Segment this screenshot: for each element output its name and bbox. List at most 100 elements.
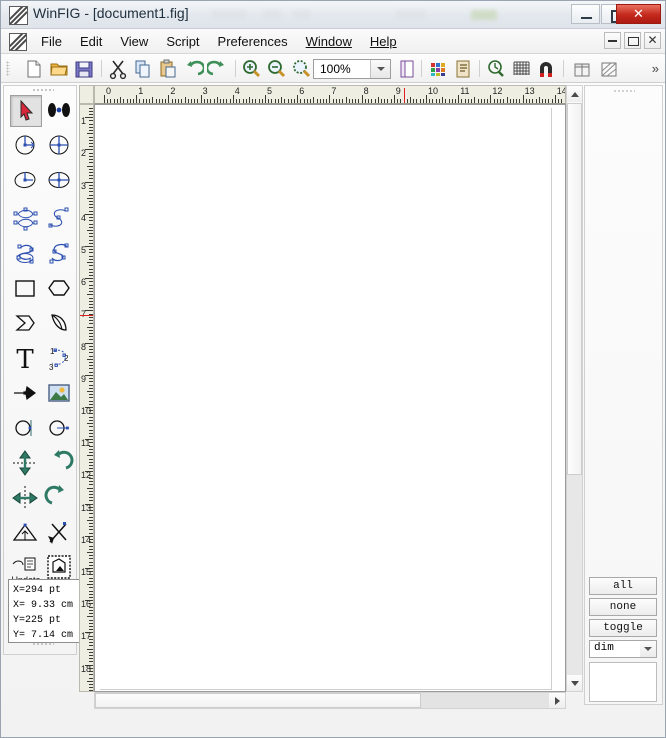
ruler-tick	[89, 287, 93, 289]
ruler-tick	[535, 99, 537, 103]
ruler-tick	[89, 564, 93, 566]
hatch-button[interactable]	[598, 58, 620, 80]
flip-vertical-tool[interactable]	[10, 448, 42, 480]
cut-object-tool[interactable]	[44, 518, 76, 550]
horizontal-scrollbar[interactable]	[94, 692, 566, 709]
zoom-out-button[interactable]	[266, 58, 288, 80]
save-file-button[interactable]	[73, 58, 95, 80]
point-edit-tool[interactable]	[44, 95, 76, 127]
open-file-button[interactable]	[48, 58, 70, 80]
rectangle-tool[interactable]	[10, 273, 42, 305]
ruler-tick	[89, 429, 93, 431]
document-page[interactable]	[99, 107, 551, 689]
snap-magnet-button[interactable]	[535, 58, 557, 80]
minimize-button[interactable]	[571, 4, 600, 24]
ruler-tick	[89, 626, 93, 627]
maximize-document-icon	[628, 37, 639, 46]
align-tool[interactable]	[10, 518, 42, 550]
scroll-up-button[interactable]	[567, 86, 582, 102]
close-document-button[interactable]: ✕	[644, 32, 661, 49]
arc-tool[interactable]	[44, 308, 76, 340]
menu-window[interactable]: Window	[297, 31, 361, 52]
zoom-level-combo[interactable]: 100%	[313, 59, 391, 79]
select-all-button[interactable]: all	[589, 577, 657, 595]
polygon-tool[interactable]	[44, 273, 76, 305]
horizontal-scroll-track[interactable]	[421, 693, 549, 708]
color-palette-button[interactable]	[427, 58, 449, 80]
circle-radius-tool[interactable]	[10, 130, 42, 162]
zoom-fit-button[interactable]	[291, 58, 313, 80]
zoom-in-button[interactable]	[241, 58, 263, 80]
vertical-scroll-thumb[interactable]	[567, 103, 582, 475]
page-setup-button[interactable]	[396, 58, 418, 80]
align-object-tool[interactable]	[10, 413, 42, 445]
text-tool[interactable]: T	[10, 343, 42, 375]
ellipse-radius-tool[interactable]	[10, 165, 42, 197]
ruler-tick	[219, 99, 221, 103]
zoom-level-dropdown-arrow[interactable]	[370, 60, 390, 78]
rotate-cw-tool[interactable]	[44, 483, 76, 515]
horizontal-scroll-thumb[interactable]	[95, 693, 421, 708]
restore-document-button[interactable]	[604, 32, 621, 49]
open-spline-tool[interactable]	[44, 203, 76, 235]
flip-horizontal-tool[interactable]	[10, 483, 42, 515]
horizontal-ruler[interactable]: 0 1 2 3 4 5 6 7 8 9 10 11 12 13 14	[94, 85, 566, 104]
menu-preferences[interactable]: Preferences	[209, 31, 297, 52]
ruler-tick	[89, 619, 93, 621]
drawing-canvas[interactable]	[94, 104, 566, 692]
menu-help[interactable]: Help	[361, 31, 406, 52]
ruler-tick	[89, 136, 93, 138]
ruler-tick	[89, 162, 93, 164]
polyline-tool[interactable]	[10, 308, 42, 340]
redo-button[interactable]	[205, 58, 229, 80]
select-arrow-tool[interactable]	[10, 95, 42, 127]
menu-script[interactable]: Script	[157, 31, 208, 52]
copy-button[interactable]	[132, 58, 154, 80]
paste-button[interactable]	[157, 58, 179, 80]
ruler-tick	[512, 99, 514, 103]
scroll-down-button[interactable]	[567, 675, 582, 691]
ruler-tick	[329, 95, 331, 103]
coord-x-cm: X= 9.33 cm	[13, 600, 74, 611]
ruler-tick	[89, 590, 93, 592]
rotate-ccw-tool[interactable]	[44, 448, 76, 480]
open-interpolated-spline-tool[interactable]	[44, 238, 76, 270]
menu-view[interactable]: View	[111, 31, 157, 52]
text-properties-button[interactable]	[452, 58, 474, 80]
new-file-button[interactable]	[23, 58, 45, 80]
picture-tool[interactable]	[44, 378, 76, 410]
regular-polygon-tool[interactable]: 123	[44, 343, 76, 375]
select-none-button[interactable]: none	[589, 598, 657, 616]
palette-grip[interactable]	[32, 88, 54, 92]
ruler-tick	[89, 233, 93, 235]
grid-button[interactable]	[510, 58, 532, 80]
menu-edit[interactable]: Edit	[71, 31, 111, 52]
closed-interpolated-spline-tool[interactable]	[10, 238, 42, 270]
vertical-ruler[interactable]: 123456789101112131415161718	[79, 104, 94, 692]
arrow-tool[interactable]	[10, 378, 42, 410]
ellipse-diameter-tool[interactable]	[44, 165, 76, 197]
toolbar-overflow-button[interactable]: »	[652, 61, 659, 76]
zoom-select-button[interactable]	[485, 58, 507, 80]
dim-combo[interactable]: dim	[589, 640, 657, 658]
close-button[interactable]: ✕	[616, 4, 661, 24]
undo-button[interactable]	[182, 58, 206, 80]
export-button[interactable]	[571, 58, 593, 80]
maximize-document-button[interactable]	[624, 32, 641, 49]
vertical-scrollbar[interactable]	[566, 85, 583, 692]
ruler-tick	[519, 99, 521, 103]
scale-object-tool[interactable]	[44, 413, 76, 445]
cut-button[interactable]	[107, 58, 129, 80]
panel-grip[interactable]	[613, 89, 635, 93]
toggle-selection-button[interactable]: toggle	[589, 619, 657, 637]
vertical-scroll-track[interactable]	[567, 475, 582, 676]
toolbar-grip[interactable]	[6, 61, 10, 76]
closed-spline-tool[interactable]	[10, 203, 42, 235]
ruler-tick	[89, 188, 93, 189]
dim-combo-dropdown-arrow[interactable]	[640, 641, 656, 657]
scroll-right-button[interactable]	[549, 693, 565, 708]
circle-diameter-tool[interactable]	[44, 130, 76, 162]
dim-list-area[interactable]	[589, 662, 657, 702]
ruler-tick	[432, 99, 434, 103]
menu-file[interactable]: File	[32, 31, 71, 52]
